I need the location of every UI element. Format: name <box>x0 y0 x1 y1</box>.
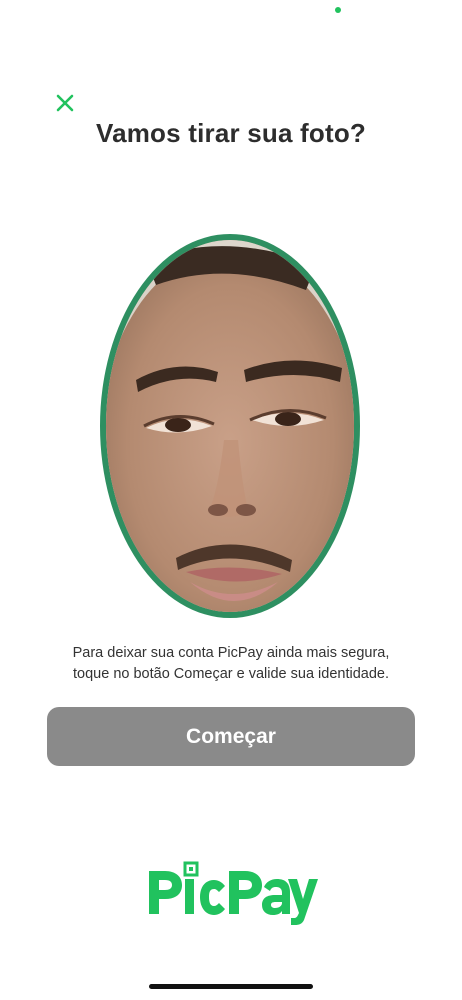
status-indicator-dot <box>335 7 341 13</box>
close-button[interactable] <box>50 88 80 118</box>
page-title: Vamos tirar sua foto? <box>95 118 367 148</box>
face-camera-preview <box>100 234 360 618</box>
close-icon <box>56 94 74 112</box>
instruction-text: Para deixar sua conta PicPay ainda mais … <box>40 643 422 685</box>
face-photo <box>106 240 354 612</box>
start-button[interactable]: Começar <box>47 707 415 766</box>
instruction-line-1: Para deixar sua conta PicPay ainda mais … <box>72 645 390 661</box>
home-indicator <box>149 984 313 989</box>
instruction-line-2: toque no botão Começar e valide sua iden… <box>73 666 389 682</box>
picpay-logo-mark <box>149 861 318 925</box>
picpay-logo <box>145 857 320 925</box>
